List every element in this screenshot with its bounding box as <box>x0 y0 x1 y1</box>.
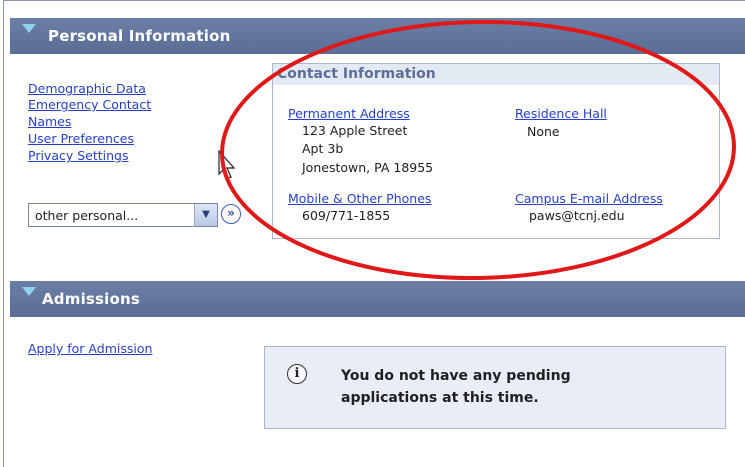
campus-email-link[interactable]: Campus E-mail Address <box>515 191 663 206</box>
personal-information-header[interactable]: Personal Information <box>10 18 745 54</box>
select-value: other personal... <box>35 208 139 223</box>
address-line-3: Jonestown, PA 18955 <box>302 160 434 175</box>
contact-panel-title: Contact Information <box>273 64 719 85</box>
link-names[interactable]: Names <box>28 113 151 131</box>
contact-information-panel: Contact Information Permanent Address 12… <box>272 63 720 239</box>
admissions-header[interactable]: Admissions <box>10 281 745 317</box>
link-privacy-settings[interactable]: Privacy Settings <box>28 147 151 165</box>
link-user-preferences[interactable]: User Preferences <box>28 130 151 148</box>
address-line-2: Apt 3b <box>302 141 344 156</box>
info-icon: i <box>287 364 307 384</box>
apply-for-admission-link[interactable]: Apply for Admission <box>28 341 152 356</box>
residence-hall-link[interactable]: Residence Hall <box>515 106 607 121</box>
section-title: Admissions <box>42 290 141 308</box>
email-value: paws@tcnj.edu <box>529 208 625 223</box>
link-emergency-contact[interactable]: Emergency Contact <box>28 96 151 114</box>
info-message-line-1: You do not have any pending <box>341 368 571 384</box>
other-personal-select[interactable]: other personal... ▼ <box>28 203 218 227</box>
phone-value: 609/771-1855 <box>302 208 391 223</box>
info-message: You do not have any pending applications… <box>341 365 641 409</box>
frame-border-top <box>3 0 745 1</box>
frame-border-left <box>3 0 4 467</box>
mobile-other-phones-link[interactable]: Mobile & Other Phones <box>288 191 431 206</box>
section-title: Personal Information <box>48 27 231 45</box>
collapse-triangle-icon[interactable] <box>22 24 36 33</box>
mouse-pointer-icon <box>218 150 236 179</box>
collapse-triangle-icon[interactable] <box>22 287 36 296</box>
double-chevron-right-icon[interactable]: » <box>221 204 241 224</box>
permanent-address-link[interactable]: Permanent Address <box>288 106 410 121</box>
address-line-1: 123 Apple Street <box>302 123 408 138</box>
info-message-line-2: applications at this time. <box>341 390 539 406</box>
personal-links-list: Demographic Data Emergency Contact Names… <box>28 80 151 165</box>
pending-applications-info-box: i You do not have any pending applicatio… <box>264 346 726 429</box>
chevron-down-icon[interactable]: ▼ <box>194 204 217 226</box>
residence-hall-value: None <box>527 124 560 139</box>
